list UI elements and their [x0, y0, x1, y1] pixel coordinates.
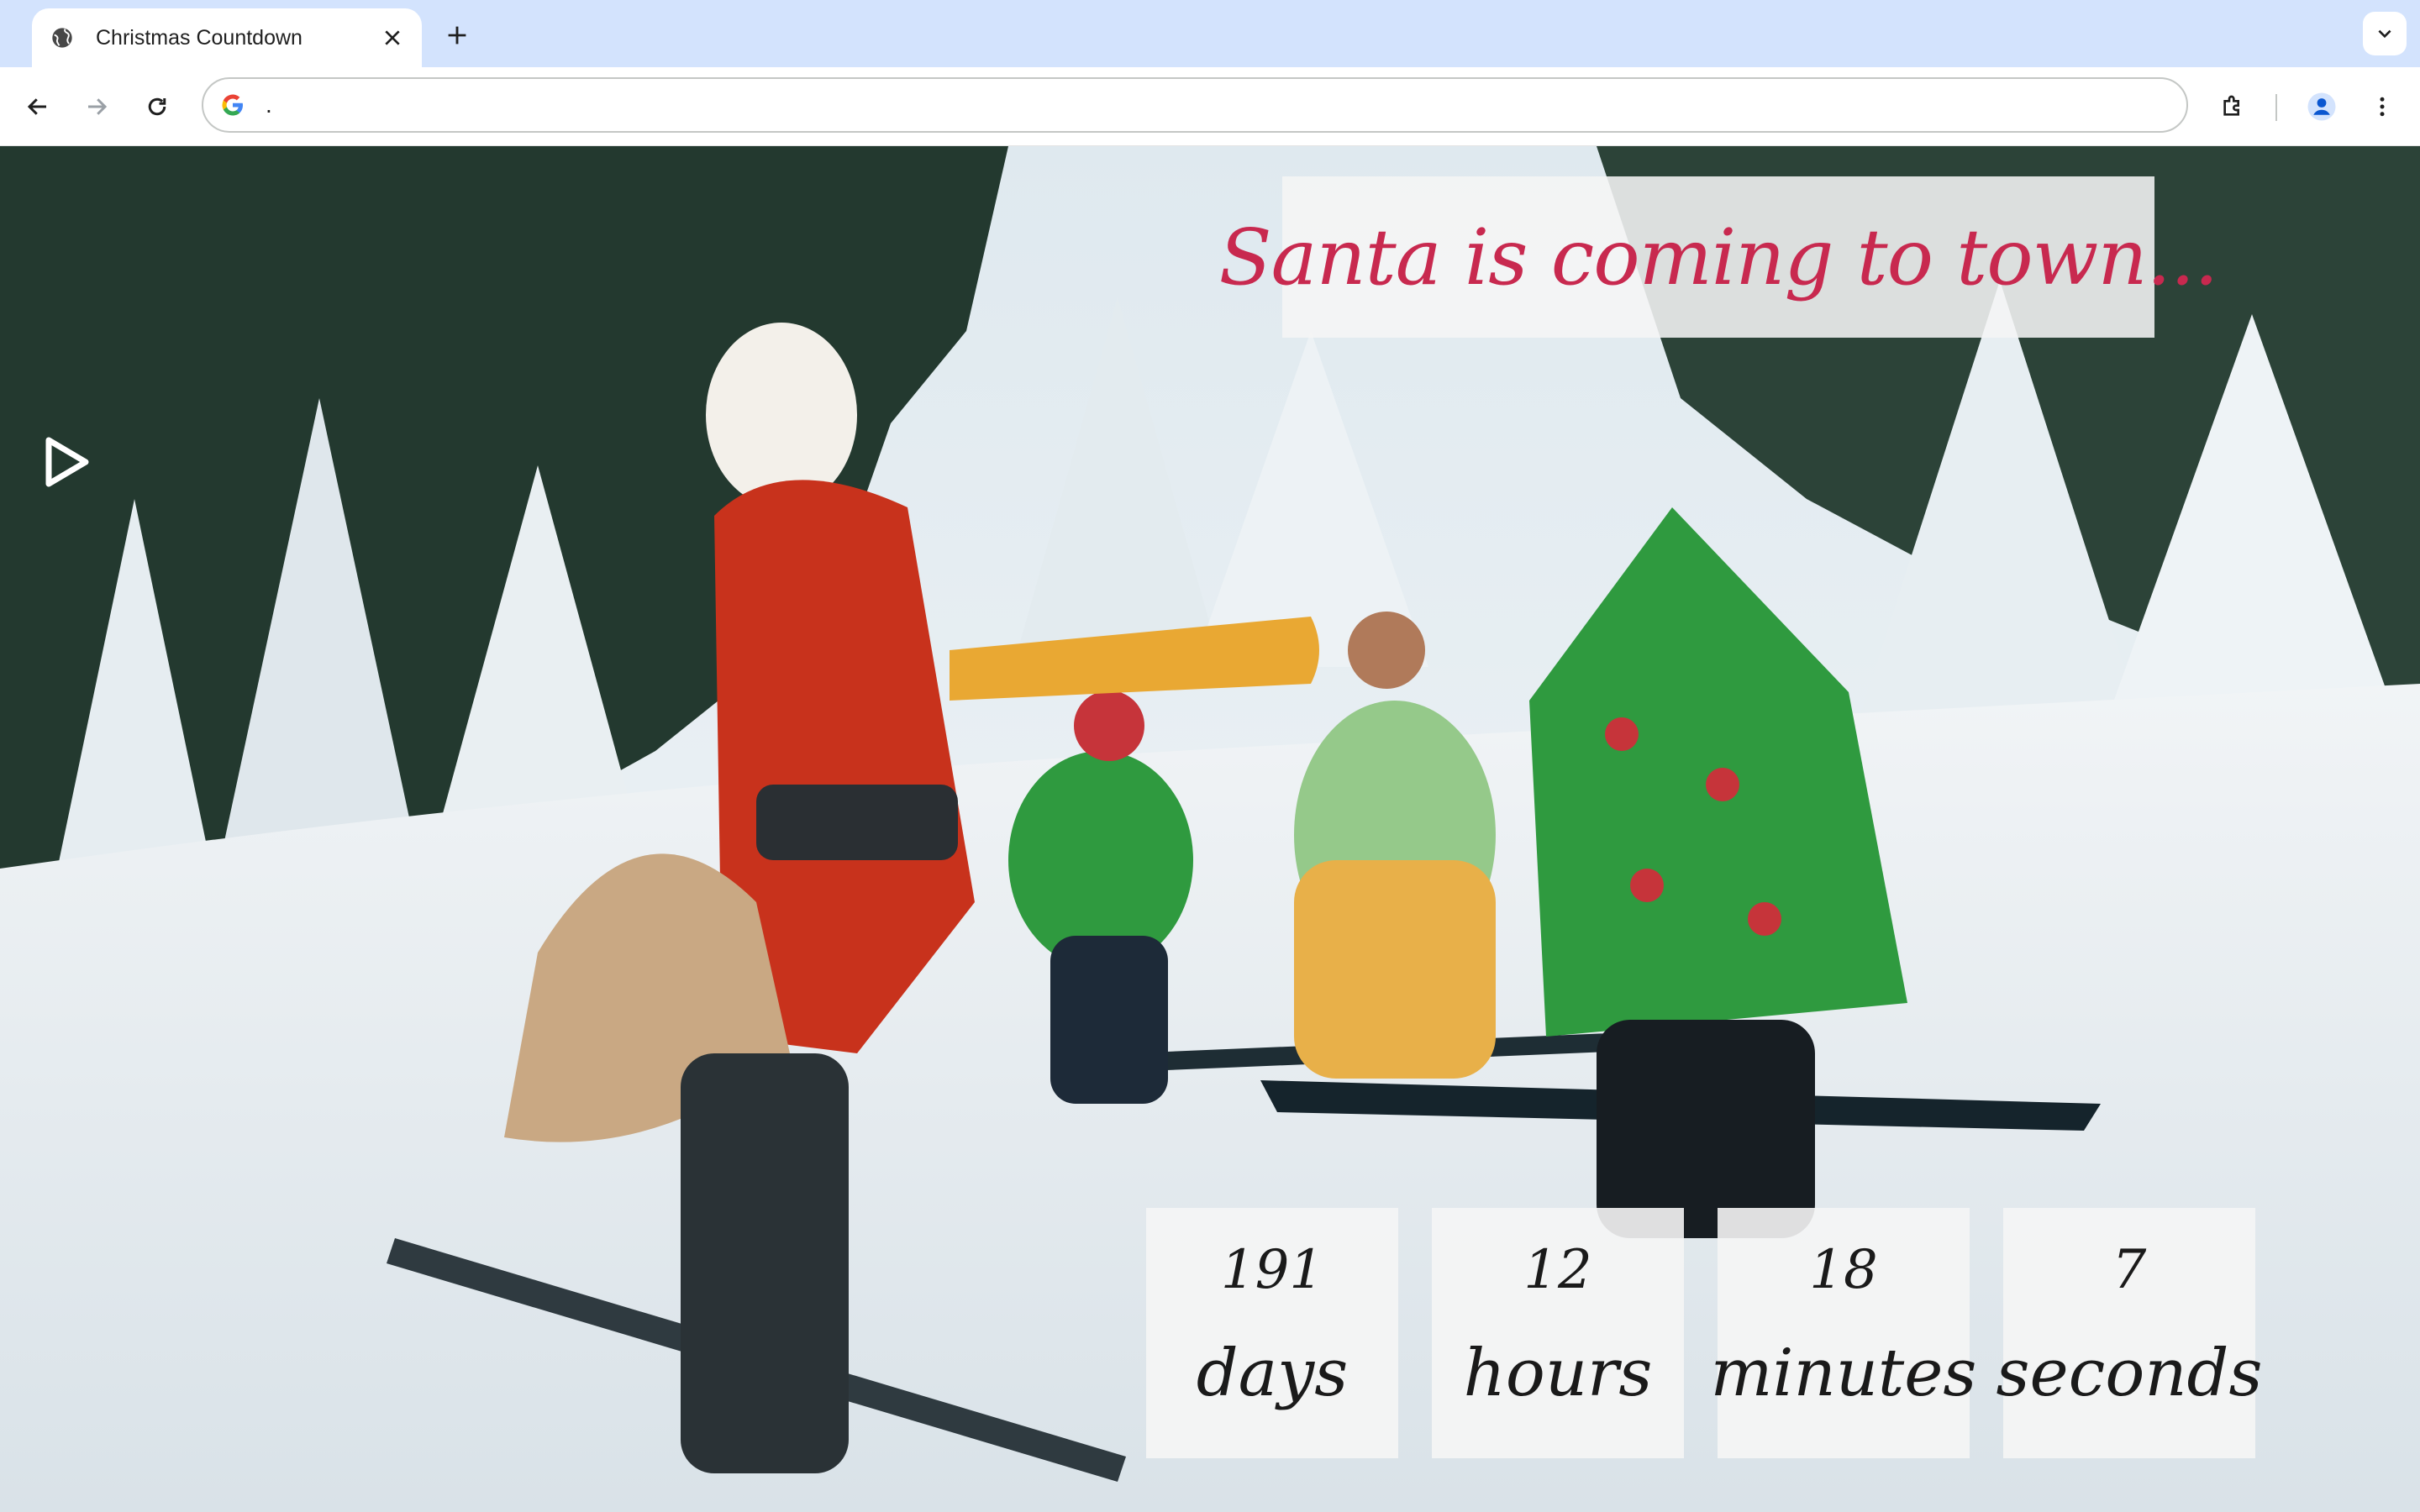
countdown-seconds-value: 7: [2112, 1239, 2147, 1301]
countdown-days-value: 191: [1220, 1239, 1324, 1301]
extensions-button[interactable]: [2212, 86, 2254, 128]
play-icon: [45, 437, 89, 487]
google-icon: [218, 91, 247, 119]
browser-tab[interactable]: Christmas Countdown: [32, 8, 422, 67]
browser-toolbar: .: [0, 67, 2420, 146]
address-bar[interactable]: .: [202, 77, 2188, 133]
chevron-down-icon: [2378, 29, 2391, 39]
countdown-minutes: 18 minutes: [1711, 1208, 1976, 1458]
plus-icon: [448, 26, 466, 45]
profile-button[interactable]: [2301, 86, 2343, 128]
back-button[interactable]: [17, 86, 59, 128]
countdown-hours-label: hours: [1463, 1336, 1653, 1411]
reload-icon: [148, 97, 166, 116]
toolbar-divider: [2275, 94, 2277, 121]
forward-button[interactable]: [76, 86, 118, 128]
play-music-button[interactable]: [37, 432, 97, 492]
kebab-menu-icon: [2380, 97, 2385, 117]
extensions-icon: [2223, 95, 2239, 116]
forward-arrow-icon: [88, 98, 108, 115]
browser-menu-button[interactable]: [2361, 86, 2403, 128]
tab-title: Christmas Countdown: [96, 25, 302, 50]
countdown-days-label: days: [1196, 1336, 1349, 1411]
countdown-hours: 12 hours: [1432, 1208, 1684, 1458]
back-arrow-icon: [27, 98, 46, 115]
tab-search-button[interactable]: [2363, 12, 2407, 55]
countdown-seconds: 7 seconds: [1996, 1208, 2263, 1458]
countdown-seconds-label: seconds: [1996, 1336, 2263, 1411]
headline: Santa is coming to town...: [1218, 212, 2219, 302]
close-icon[interactable]: [378, 24, 407, 52]
headline-banner: Santa is coming to town...: [1219, 176, 2218, 338]
countdown-minutes-value: 18: [1809, 1239, 1878, 1301]
new-tab-button[interactable]: [439, 17, 476, 54]
address-text: .: [266, 92, 272, 118]
countdown-days: 191 days: [1146, 1208, 1398, 1458]
globe-icon: [49, 24, 76, 51]
profile-icon: [2307, 92, 2336, 121]
countdown-hours-value: 12: [1523, 1239, 1592, 1301]
reload-button[interactable]: [136, 86, 178, 128]
countdown-minutes-label: minutes: [1710, 1336, 1977, 1411]
page-viewport: Santa is coming to town... 191 days 12 h…: [0, 146, 2420, 1512]
tab-strip: Christmas Countdown: [0, 0, 2420, 67]
